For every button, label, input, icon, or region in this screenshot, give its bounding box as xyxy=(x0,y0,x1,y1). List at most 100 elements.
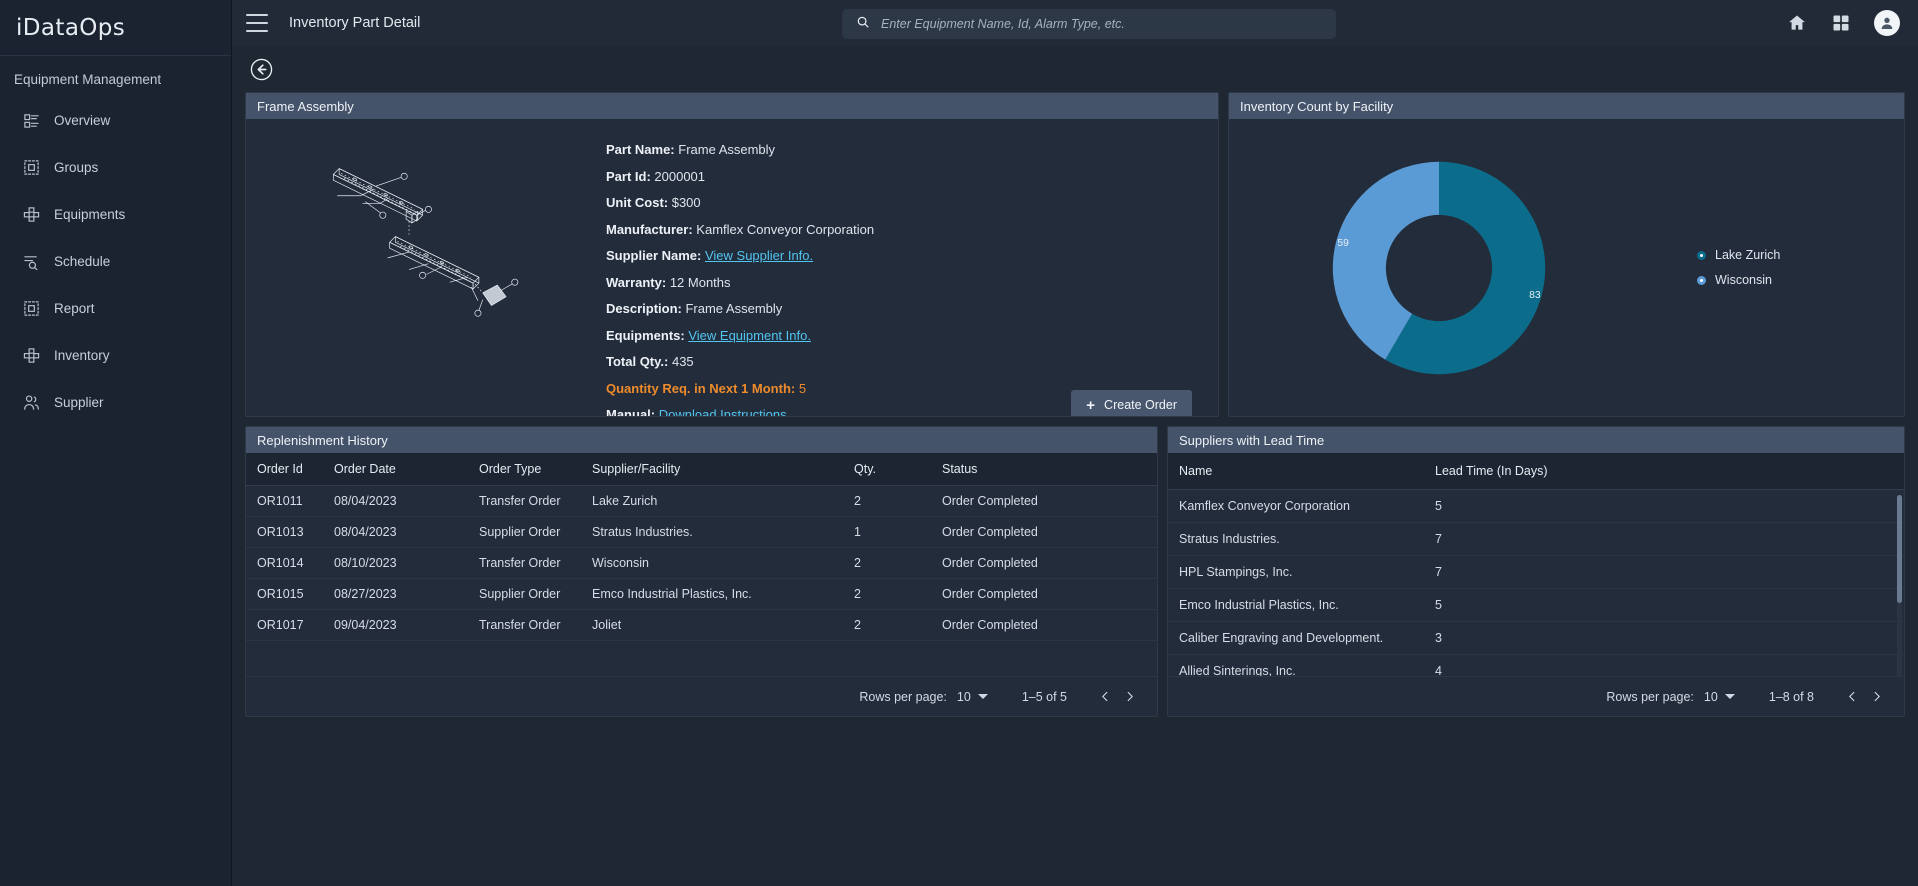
sidebar-item-report[interactable]: Report xyxy=(0,285,231,332)
replenishment-history-table: Order IdOrder DateOrder TypeSupplier/Fac… xyxy=(246,453,1157,641)
legend-item-wisconsin[interactable]: Wisconsin xyxy=(1697,273,1780,287)
field-key: Total Qty.: xyxy=(606,354,672,369)
suppliers-lead-time-panel: Suppliers with Lead Time NameLead Time (… xyxy=(1167,426,1905,717)
apps-grid-icon[interactable] xyxy=(1830,12,1852,34)
table-cell: OR1014 xyxy=(246,548,334,579)
replenishment-history-header: Order IdOrder DateOrder TypeSupplier/Fac… xyxy=(246,453,1157,486)
table-row[interactable]: Kamflex Conveyor Corporation5 xyxy=(1168,490,1904,523)
scrollbar-thumb[interactable] xyxy=(1897,495,1902,603)
inventory-icon xyxy=(22,347,40,365)
groups-icon xyxy=(22,159,40,177)
part-detail-panel: Frame Assembly xyxy=(245,92,1219,417)
sidebar-item-label: Groups xyxy=(54,160,98,175)
field-key: Manufacturer: xyxy=(606,222,696,237)
inventory-count-panel: Inventory Count by Facility 8359 Lake Zu… xyxy=(1228,92,1905,417)
home-icon[interactable] xyxy=(1786,12,1808,34)
table-cell: Order Completed xyxy=(942,517,1157,548)
field-value: $300 xyxy=(672,195,701,210)
sidebar-section-title: Equipment Management xyxy=(0,56,231,97)
table-cell: Transfer Order xyxy=(479,548,592,579)
prev-page-button[interactable] xyxy=(1840,685,1864,709)
field-key: Unit Cost: xyxy=(606,195,672,210)
part-field-manufacturer: Manufacturer: Kamflex Conveyor Corporati… xyxy=(606,223,1218,236)
table-row[interactable]: Allied Sinterings, Inc.4 xyxy=(1168,655,1904,677)
account-avatar[interactable] xyxy=(1874,10,1900,36)
table-row[interactable]: Caliber Engraving and Development.3 xyxy=(1168,622,1904,655)
table-row[interactable]: OR101308/04/2023Supplier OrderStratus In… xyxy=(246,517,1157,548)
part-detail-title: Frame Assembly xyxy=(246,93,1218,119)
table-cell: 09/04/2023 xyxy=(334,610,479,641)
suppliers-table-scrollbar[interactable] xyxy=(1897,495,1902,676)
rows-per-page-value: 10 xyxy=(957,690,971,704)
part-field-list: Part Name: Frame AssemblyPart Id: 200000… xyxy=(606,129,1218,417)
field-link[interactable]: View Supplier Info. xyxy=(705,248,813,263)
table-cell: Transfer Order xyxy=(479,610,592,641)
table-row[interactable]: OR101108/04/2023Transfer OrderLake Zuric… xyxy=(246,486,1157,517)
suppliers-pager: Rows per page: 10 1–8 of 8 xyxy=(1168,676,1904,716)
page-range-label: 1–5 of 5 xyxy=(1022,690,1067,704)
table-cell: OR1013 xyxy=(246,517,334,548)
field-key: Supplier Name: xyxy=(606,248,705,263)
rows-per-page-select[interactable]: 10 xyxy=(957,690,988,704)
hamburger-icon[interactable] xyxy=(246,14,268,32)
sidebar: iDataOps Equipment Management Overview Gr… xyxy=(0,0,232,886)
part-field-part-name: Part Name: Frame Assembly xyxy=(606,143,1218,156)
table-cell: 5 xyxy=(1435,589,1904,622)
sidebar-item-label: Supplier xyxy=(54,395,104,410)
field-value: 5 xyxy=(799,381,806,396)
back-arrow-icon[interactable] xyxy=(250,58,273,81)
column-header: Status xyxy=(942,453,1157,486)
sidebar-item-equipments[interactable]: Equipments xyxy=(0,191,231,238)
table-cell: 08/27/2023 xyxy=(334,579,479,610)
page-title: Inventory Part Detail xyxy=(289,15,420,31)
legend-color-dot xyxy=(1697,276,1706,285)
table-row[interactable]: OR101508/27/2023Supplier OrderEmco Indus… xyxy=(246,579,1157,610)
schedule-search-icon xyxy=(22,253,40,271)
sidebar-item-groups[interactable]: Groups xyxy=(0,144,231,191)
table-cell: 5 xyxy=(1435,490,1904,523)
create-order-label: Create Order xyxy=(1104,398,1177,412)
prev-page-button[interactable] xyxy=(1093,685,1117,709)
table-cell: Stratus Industries. xyxy=(1168,523,1435,556)
create-order-button[interactable]: + Create Order xyxy=(1071,390,1192,418)
content-area: Frame Assembly xyxy=(232,46,1918,886)
replenishment-history-panel: Replenishment History Order IdOrder Date… xyxy=(245,426,1158,717)
next-page-button[interactable] xyxy=(1117,685,1141,709)
rows-per-page-select[interactable]: 10 xyxy=(1704,690,1735,704)
table-cell: 1 xyxy=(854,517,942,548)
sidebar-item-overview[interactable]: Overview xyxy=(0,97,231,144)
table-row[interactable]: Emco Industrial Plastics, Inc.5 xyxy=(1168,589,1904,622)
donut-chart[interactable]: 8359 xyxy=(1229,150,1649,386)
sidebar-item-label: Schedule xyxy=(54,254,110,269)
sidebar-item-supplier[interactable]: Supplier xyxy=(0,379,231,426)
suppliers-lead-time-title: Suppliers with Lead Time xyxy=(1168,427,1904,453)
bottom-row: Replenishment History Order IdOrder Date… xyxy=(238,426,1912,717)
legend-label: Lake Zurich xyxy=(1715,248,1780,262)
suppliers-table-wrap: NameLead Time (In Days) Kamflex Conveyor… xyxy=(1168,453,1904,676)
rows-per-page-value: 10 xyxy=(1704,690,1718,704)
field-link[interactable]: View Equipment Info. xyxy=(688,328,811,343)
table-cell: 2 xyxy=(854,548,942,579)
donut-chart-body: 8359 Lake Zurich Wisconsin xyxy=(1229,119,1904,416)
sidebar-item-schedule[interactable]: Schedule xyxy=(0,238,231,285)
table-row[interactable]: OR101408/10/2023Transfer OrderWisconsin2… xyxy=(246,548,1157,579)
legend-label: Wisconsin xyxy=(1715,273,1772,287)
search-box[interactable] xyxy=(842,9,1336,39)
part-field-equipments: Equipments: View Equipment Info. xyxy=(606,329,1218,342)
sidebar-item-label: Inventory xyxy=(54,348,110,363)
table-cell: Emco Industrial Plastics, Inc. xyxy=(1168,589,1435,622)
brand-logo[interactable]: iDataOps xyxy=(0,0,231,56)
table-row[interactable]: OR101709/04/2023Transfer OrderJoliet2Ord… xyxy=(246,610,1157,641)
table-row[interactable]: HPL Stampings, Inc.7 xyxy=(1168,556,1904,589)
sidebar-item-inventory[interactable]: Inventory xyxy=(0,332,231,379)
donut-value-label: 59 xyxy=(1337,237,1349,248)
table-row[interactable]: Stratus Industries.7 xyxy=(1168,523,1904,556)
table-cell: Joliet xyxy=(592,610,854,641)
next-page-button[interactable] xyxy=(1864,685,1888,709)
field-link[interactable]: Download Instructions xyxy=(659,407,787,417)
search-input[interactable] xyxy=(881,17,1322,31)
part-detail-body: Part Name: Frame AssemblyPart Id: 200000… xyxy=(246,119,1218,417)
legend-item-lake-zurich[interactable]: Lake Zurich xyxy=(1697,248,1780,262)
main-area: Inventory Part Detail xyxy=(232,0,1918,886)
table-cell: Supplier Order xyxy=(479,517,592,548)
